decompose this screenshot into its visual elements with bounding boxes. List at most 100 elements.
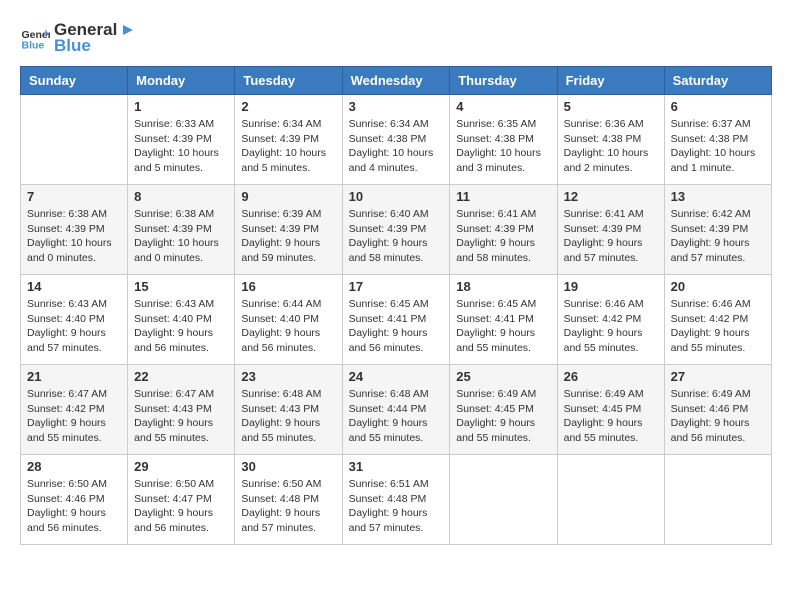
day-number: 25	[456, 369, 550, 384]
day-info: Sunrise: 6:38 AM Sunset: 4:39 PM Dayligh…	[27, 207, 121, 266]
calendar-header-monday: Monday	[128, 67, 235, 95]
day-number: 20	[671, 279, 765, 294]
day-number: 22	[134, 369, 228, 384]
day-number: 12	[564, 189, 658, 204]
day-info: Sunrise: 6:38 AM Sunset: 4:39 PM Dayligh…	[134, 207, 228, 266]
day-info: Sunrise: 6:34 AM Sunset: 4:39 PM Dayligh…	[241, 117, 335, 176]
day-info: Sunrise: 6:36 AM Sunset: 4:38 PM Dayligh…	[564, 117, 658, 176]
calendar-cell: 5 Sunrise: 6:36 AM Sunset: 4:38 PM Daylig…	[557, 95, 664, 185]
day-info: Sunrise: 6:42 AM Sunset: 4:39 PM Dayligh…	[671, 207, 765, 266]
day-number: 14	[27, 279, 121, 294]
day-info: Sunrise: 6:41 AM Sunset: 4:39 PM Dayligh…	[456, 207, 550, 266]
day-info: Sunrise: 6:43 AM Sunset: 4:40 PM Dayligh…	[27, 297, 121, 356]
calendar-header-row: SundayMondayTuesdayWednesdayThursdayFrid…	[21, 67, 772, 95]
day-info: Sunrise: 6:49 AM Sunset: 4:46 PM Dayligh…	[671, 387, 765, 446]
calendar-cell	[557, 455, 664, 545]
day-number: 11	[456, 189, 550, 204]
calendar-week-row: 1 Sunrise: 6:33 AM Sunset: 4:39 PM Daylig…	[21, 95, 772, 185]
day-number: 17	[349, 279, 444, 294]
calendar-header-friday: Friday	[557, 67, 664, 95]
day-number: 9	[241, 189, 335, 204]
svg-text:Blue: Blue	[22, 40, 45, 52]
day-number: 10	[349, 189, 444, 204]
calendar-cell: 23 Sunrise: 6:48 AM Sunset: 4:43 PM Dayli…	[235, 365, 342, 455]
day-number: 21	[27, 369, 121, 384]
day-info: Sunrise: 6:49 AM Sunset: 4:45 PM Dayligh…	[564, 387, 658, 446]
day-info: Sunrise: 6:45 AM Sunset: 4:41 PM Dayligh…	[456, 297, 550, 356]
day-number: 7	[27, 189, 121, 204]
day-number: 2	[241, 99, 335, 114]
calendar-week-row: 28 Sunrise: 6:50 AM Sunset: 4:46 PM Dayli…	[21, 455, 772, 545]
day-number: 29	[134, 459, 228, 474]
calendar-cell: 1 Sunrise: 6:33 AM Sunset: 4:39 PM Daylig…	[128, 95, 235, 185]
day-number: 26	[564, 369, 658, 384]
day-number: 23	[241, 369, 335, 384]
day-number: 6	[671, 99, 765, 114]
calendar-cell: 24 Sunrise: 6:48 AM Sunset: 4:44 PM Dayli…	[342, 365, 450, 455]
calendar-cell: 4 Sunrise: 6:35 AM Sunset: 4:38 PM Daylig…	[450, 95, 557, 185]
calendar-cell: 16Sunrise: 6:44 AM Sunset: 4:40 PM Dayli…	[235, 275, 342, 365]
calendar-week-row: 21 Sunrise: 6:47 AM Sunset: 4:42 PM Dayli…	[21, 365, 772, 455]
day-info: Sunrise: 6:35 AM Sunset: 4:38 PM Dayligh…	[456, 117, 550, 176]
day-info: Sunrise: 6:41 AM Sunset: 4:39 PM Dayligh…	[564, 207, 658, 266]
day-number: 13	[671, 189, 765, 204]
calendar-cell: 17 Sunrise: 6:45 AM Sunset: 4:41 PM Dayli…	[342, 275, 450, 365]
day-info: Sunrise: 6:46 AM Sunset: 4:42 PM Dayligh…	[671, 297, 765, 356]
day-number: 30	[241, 459, 335, 474]
day-info: Sunrise: 6:50 AM Sunset: 4:46 PM Dayligh…	[27, 477, 121, 536]
calendar-cell: 14 Sunrise: 6:43 AM Sunset: 4:40 PM Dayli…	[21, 275, 128, 365]
day-number: 24	[349, 369, 444, 384]
day-info: Sunrise: 6:37 AM Sunset: 4:38 PM Dayligh…	[671, 117, 765, 176]
calendar-cell: 29 Sunrise: 6:50 AM Sunset: 4:47 PM Dayli…	[128, 455, 235, 545]
calendar-cell: 10 Sunrise: 6:40 AM Sunset: 4:39 PM Dayli…	[342, 185, 450, 275]
calendar-week-row: 14 Sunrise: 6:43 AM Sunset: 4:40 PM Dayli…	[21, 275, 772, 365]
calendar-cell: 21 Sunrise: 6:47 AM Sunset: 4:42 PM Dayli…	[21, 365, 128, 455]
day-info: Sunrise: 6:34 AM Sunset: 4:38 PM Dayligh…	[349, 117, 444, 176]
calendar-cell: 20 Sunrise: 6:46 AM Sunset: 4:42 PM Dayli…	[664, 275, 771, 365]
day-number: 28	[27, 459, 121, 474]
day-number: 5	[564, 99, 658, 114]
calendar-cell: 30Sunrise: 6:50 AM Sunset: 4:48 PM Dayli…	[235, 455, 342, 545]
calendar-header-tuesday: Tuesday	[235, 67, 342, 95]
logo-arrow-icon	[119, 21, 137, 39]
calendar-cell	[664, 455, 771, 545]
calendar-cell: 26 Sunrise: 6:49 AM Sunset: 4:45 PM Dayli…	[557, 365, 664, 455]
day-info: Sunrise: 6:39 AM Sunset: 4:39 PM Dayligh…	[241, 207, 335, 266]
day-info: Sunrise: 6:45 AM Sunset: 4:41 PM Dayligh…	[349, 297, 444, 356]
calendar-header-sunday: Sunday	[21, 67, 128, 95]
calendar-cell: 6 Sunrise: 6:37 AM Sunset: 4:38 PM Daylig…	[664, 95, 771, 185]
calendar-cell: 22 Sunrise: 6:47 AM Sunset: 4:43 PM Dayli…	[128, 365, 235, 455]
day-number: 15	[134, 279, 228, 294]
calendar-week-row: 7 Sunrise: 6:38 AM Sunset: 4:39 PM Daylig…	[21, 185, 772, 275]
calendar-cell	[450, 455, 557, 545]
calendar-header-thursday: Thursday	[450, 67, 557, 95]
calendar-cell: 18Sunrise: 6:45 AM Sunset: 4:41 PM Dayli…	[450, 275, 557, 365]
calendar-cell: 2 Sunrise: 6:34 AM Sunset: 4:39 PM Daylig…	[235, 95, 342, 185]
day-number: 4	[456, 99, 550, 114]
day-number: 19	[564, 279, 658, 294]
day-info: Sunrise: 6:47 AM Sunset: 4:42 PM Dayligh…	[27, 387, 121, 446]
calendar-cell: 8Sunrise: 6:38 AM Sunset: 4:39 PM Daylig…	[128, 185, 235, 275]
day-info: Sunrise: 6:47 AM Sunset: 4:43 PM Dayligh…	[134, 387, 228, 446]
calendar-cell: 9 Sunrise: 6:39 AM Sunset: 4:39 PM Daylig…	[235, 185, 342, 275]
calendar-cell: 19 Sunrise: 6:46 AM Sunset: 4:42 PM Dayli…	[557, 275, 664, 365]
calendar-cell: 27Sunrise: 6:49 AM Sunset: 4:46 PM Dayli…	[664, 365, 771, 455]
day-info: Sunrise: 6:33 AM Sunset: 4:39 PM Dayligh…	[134, 117, 228, 176]
day-info: Sunrise: 6:46 AM Sunset: 4:42 PM Dayligh…	[564, 297, 658, 356]
calendar-cell: 25Sunrise: 6:49 AM Sunset: 4:45 PM Dayli…	[450, 365, 557, 455]
day-number: 31	[349, 459, 444, 474]
day-number: 3	[349, 99, 444, 114]
day-info: Sunrise: 6:43 AM Sunset: 4:40 PM Dayligh…	[134, 297, 228, 356]
day-info: Sunrise: 6:40 AM Sunset: 4:39 PM Dayligh…	[349, 207, 444, 266]
calendar-cell: 13 Sunrise: 6:42 AM Sunset: 4:39 PM Dayli…	[664, 185, 771, 275]
calendar-cell: 31Sunrise: 6:51 AM Sunset: 4:48 PM Dayli…	[342, 455, 450, 545]
calendar-cell: 11 Sunrise: 6:41 AM Sunset: 4:39 PM Dayli…	[450, 185, 557, 275]
calendar-table: SundayMondayTuesdayWednesdayThursdayFrid…	[20, 66, 772, 545]
day-number: 1	[134, 99, 228, 114]
day-info: Sunrise: 6:50 AM Sunset: 4:47 PM Dayligh…	[134, 477, 228, 536]
day-number: 16	[241, 279, 335, 294]
logo: General Blue General Blue	[20, 20, 137, 56]
day-info: Sunrise: 6:48 AM Sunset: 4:43 PM Dayligh…	[241, 387, 335, 446]
day-info: Sunrise: 6:48 AM Sunset: 4:44 PM Dayligh…	[349, 387, 444, 446]
page-header: General Blue General Blue	[20, 20, 772, 56]
